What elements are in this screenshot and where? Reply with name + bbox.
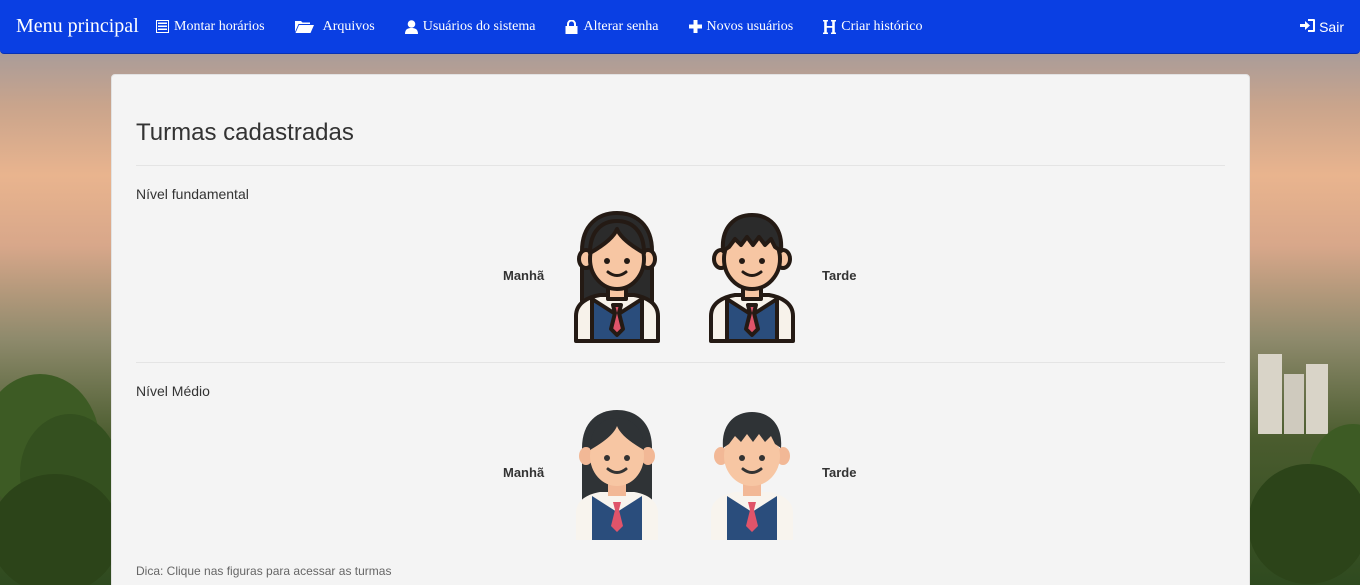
girl-student-avatar-medio-manha[interactable] (574, 408, 660, 540)
shift-label-manha: Manhã (503, 268, 545, 283)
level-label-medio: Nível Médio (136, 383, 210, 399)
nav-item-label: Alterar senha (583, 18, 659, 34)
shift-label-tarde: Tarde (822, 268, 857, 283)
section-divider (136, 362, 1225, 363)
page-title: Turmas cadastradas (136, 119, 354, 146)
level-label-fundamental: Nível fundamental (136, 186, 249, 202)
nav-item-label: Criar histórico (841, 18, 923, 34)
nav-item-usuarios[interactable]: Usuários do sistema (404, 18, 536, 35)
nav-item-label: Arquivos (322, 18, 375, 34)
title-divider (136, 165, 1225, 166)
nav-item-label: Novos usuários (706, 18, 794, 34)
list-icon (156, 20, 169, 33)
boy-student-avatar-medio-tarde[interactable] (709, 408, 795, 540)
background-scenery-right (1248, 54, 1360, 585)
header-h-icon (823, 19, 837, 34)
folder-open-icon (294, 20, 314, 33)
nav-item-label: Montar horários (174, 18, 265, 34)
navbar-brand[interactable]: Menu principal (0, 15, 156, 38)
plus-icon (688, 20, 702, 33)
nav-item-novos-usuarios[interactable]: Novos usuários (688, 18, 794, 35)
main-panel: Turmas cadastradas Nível fundamental Man… (111, 74, 1250, 585)
hint-text: Dica: Clique nas figuras para acessar as… (136, 564, 392, 578)
nav-item-label: Usuários do sistema (422, 18, 536, 34)
nav-item-arquivos[interactable]: Arquivos (294, 18, 375, 35)
lock-icon (565, 19, 578, 34)
user-icon (404, 19, 418, 34)
logout-button[interactable]: Sair (1300, 0, 1344, 54)
top-navbar: Menu principal Montar horários Arquivos … (0, 0, 1360, 54)
logout-label: Sair (1319, 19, 1344, 35)
nav-item-criar-historico[interactable]: Criar histórico (823, 18, 923, 35)
shift-label-tarde: Tarde (822, 465, 857, 480)
background-scenery-left (0, 54, 120, 585)
girl-student-avatar-fundamental-manha[interactable] (574, 211, 660, 343)
nav-item-alterar-senha[interactable]: Alterar senha (565, 18, 659, 35)
boy-student-avatar-fundamental-tarde[interactable] (709, 211, 795, 343)
nav-item-montar-horarios[interactable]: Montar horários (156, 19, 265, 35)
log-in-icon (1300, 19, 1316, 35)
shift-label-manha: Manhã (503, 465, 545, 480)
